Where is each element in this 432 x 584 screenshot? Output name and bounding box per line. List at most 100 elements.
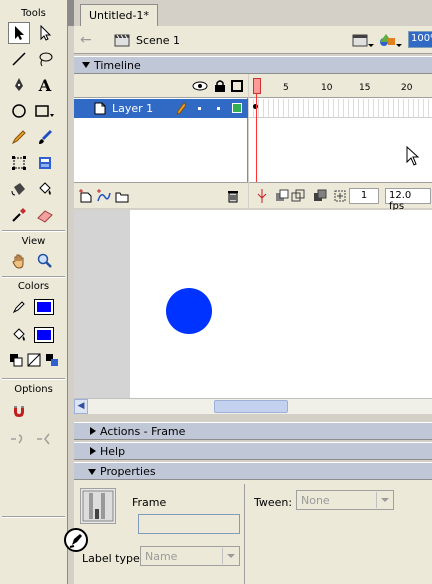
accessibility-badge-icon [64, 528, 88, 552]
paint-bucket-tool[interactable] [34, 178, 56, 200]
ink-bottle-tool[interactable] [8, 178, 30, 200]
edit-symbol-icon[interactable] [378, 30, 402, 50]
stroke-color-swatch[interactable] [34, 299, 54, 315]
view-title: View [21, 236, 46, 247]
insert-layer-icon[interactable] [78, 189, 94, 203]
pencil-icon [11, 130, 26, 145]
edit-scene-icon[interactable] [352, 30, 374, 50]
layer-icon [94, 102, 106, 115]
eye-icon[interactable] [192, 81, 208, 91]
pen-tool[interactable] [8, 74, 30, 96]
properties-panel-title: Properties [100, 465, 156, 478]
dropdown-arrow-icon [222, 548, 238, 564]
lasso-tool[interactable] [34, 48, 56, 70]
layer-row[interactable]: Layer 1 [74, 99, 248, 118]
zoom-tool[interactable] [34, 250, 56, 272]
frame-label: Frame [132, 496, 167, 509]
pen-icon [15, 78, 23, 91]
zoom-field[interactable]: 100% [408, 31, 432, 48]
collapse-arrow-icon [88, 469, 96, 475]
scroll-thumb[interactable] [214, 400, 288, 413]
fill-transform-tool[interactable] [34, 152, 56, 174]
trash-icon[interactable] [226, 189, 240, 203]
paint-bucket-icon [13, 328, 25, 341]
stroke-color-icon-button[interactable] [8, 296, 30, 318]
subselect-tool[interactable] [34, 22, 56, 44]
frame-name-field[interactable] [138, 514, 240, 534]
back-arrow-icon[interactable]: ← [80, 32, 96, 48]
free-transform-tool[interactable] [8, 152, 30, 174]
eraser-icon [37, 210, 53, 223]
scroll-left-icon[interactable]: ◀ [74, 399, 88, 414]
scene-label: Scene 1 [136, 34, 181, 47]
smooth-icon [11, 434, 23, 444]
swap-colors-button[interactable] [44, 352, 60, 368]
onion-skin-icon[interactable] [275, 189, 289, 203]
playhead[interactable] [253, 78, 261, 94]
properties-divider [244, 484, 245, 584]
ruler-number: 15 [359, 83, 371, 93]
edit-bar: ← Scene 1 100% [74, 26, 432, 54]
default-colors-button[interactable] [8, 352, 24, 368]
main-area: Untitled-1* ← Scene 1 100% Timeline Laye… [68, 0, 432, 584]
layer-name: Layer 1 [112, 102, 154, 115]
current-frame-field[interactable]: 1 [349, 188, 379, 204]
fill-color-icon-button[interactable] [8, 324, 30, 346]
eyedropper-tool[interactable] [8, 204, 30, 226]
tools-title: Tools [21, 8, 46, 19]
help-panel-header[interactable]: Help [74, 442, 432, 460]
blue-circle-shape[interactable] [166, 288, 212, 334]
outline-icon[interactable] [231, 80, 243, 92]
frame-rate-field[interactable]: 12.0 fps [385, 188, 431, 212]
actions-panel-title: Actions - Frame [100, 425, 186, 438]
eraser-tool[interactable] [34, 204, 56, 226]
help-panel-title: Help [100, 445, 126, 458]
frame-ruler[interactable]: 1 5 10 15 20 [249, 74, 432, 98]
visibility-dot[interactable] [198, 107, 201, 110]
properties-panel-header[interactable]: Properties [74, 462, 432, 480]
actions-panel-header[interactable]: Actions - Frame [74, 422, 432, 440]
tools-separator [2, 230, 65, 232]
center-frame-icon[interactable] [257, 189, 267, 203]
layers-header [74, 74, 248, 98]
brush-tool[interactable] [34, 126, 56, 148]
pen-badge-icon [69, 534, 82, 548]
text-tool[interactable]: A [34, 74, 56, 96]
hand-icon [12, 254, 24, 269]
hand-tool[interactable] [8, 250, 30, 272]
stage[interactable] [130, 210, 432, 398]
free-transform-icon [12, 156, 26, 170]
pencil-tool[interactable] [8, 126, 30, 148]
dropdown-arrow-icon [376, 492, 392, 508]
horizontal-scrollbar[interactable]: ◀ [74, 398, 432, 414]
frame-row[interactable] [249, 99, 432, 118]
insert-folder-icon[interactable] [114, 189, 130, 203]
ruler-number: 10 [321, 83, 333, 93]
no-color-button[interactable] [26, 352, 42, 368]
lock-dot[interactable] [217, 107, 220, 110]
rectangle-tool[interactable] [34, 100, 56, 122]
oval-icon [12, 104, 26, 118]
paint-bucket-icon [39, 182, 51, 195]
stage-area[interactable] [74, 210, 432, 398]
outline-color-square[interactable] [232, 103, 242, 113]
layers-panel: Layer 1 [74, 74, 248, 208]
line-tool[interactable] [8, 48, 30, 70]
arrow-tool[interactable] [8, 22, 30, 44]
subselect-icon [40, 25, 52, 41]
label-type-select[interactable]: Name [140, 546, 240, 566]
lock-icon[interactable] [214, 79, 226, 93]
edit-multiple-frames-icon[interactable] [313, 189, 327, 203]
pencil-icon [176, 102, 186, 115]
tween-select[interactable]: None [296, 490, 394, 510]
document-tab[interactable]: Untitled-1* [80, 4, 158, 26]
oval-tool[interactable] [8, 100, 30, 122]
label-type-label: Label type: [82, 552, 144, 565]
modify-markers-icon[interactable] [333, 189, 347, 203]
playhead-line [256, 94, 257, 182]
timeline-header[interactable]: Timeline [74, 56, 432, 74]
snap-to-objects-button[interactable] [8, 400, 30, 422]
onion-skin-outlines-icon[interactable] [291, 189, 305, 203]
fill-color-swatch[interactable] [34, 327, 54, 343]
add-motion-guide-icon[interactable] [96, 189, 112, 203]
